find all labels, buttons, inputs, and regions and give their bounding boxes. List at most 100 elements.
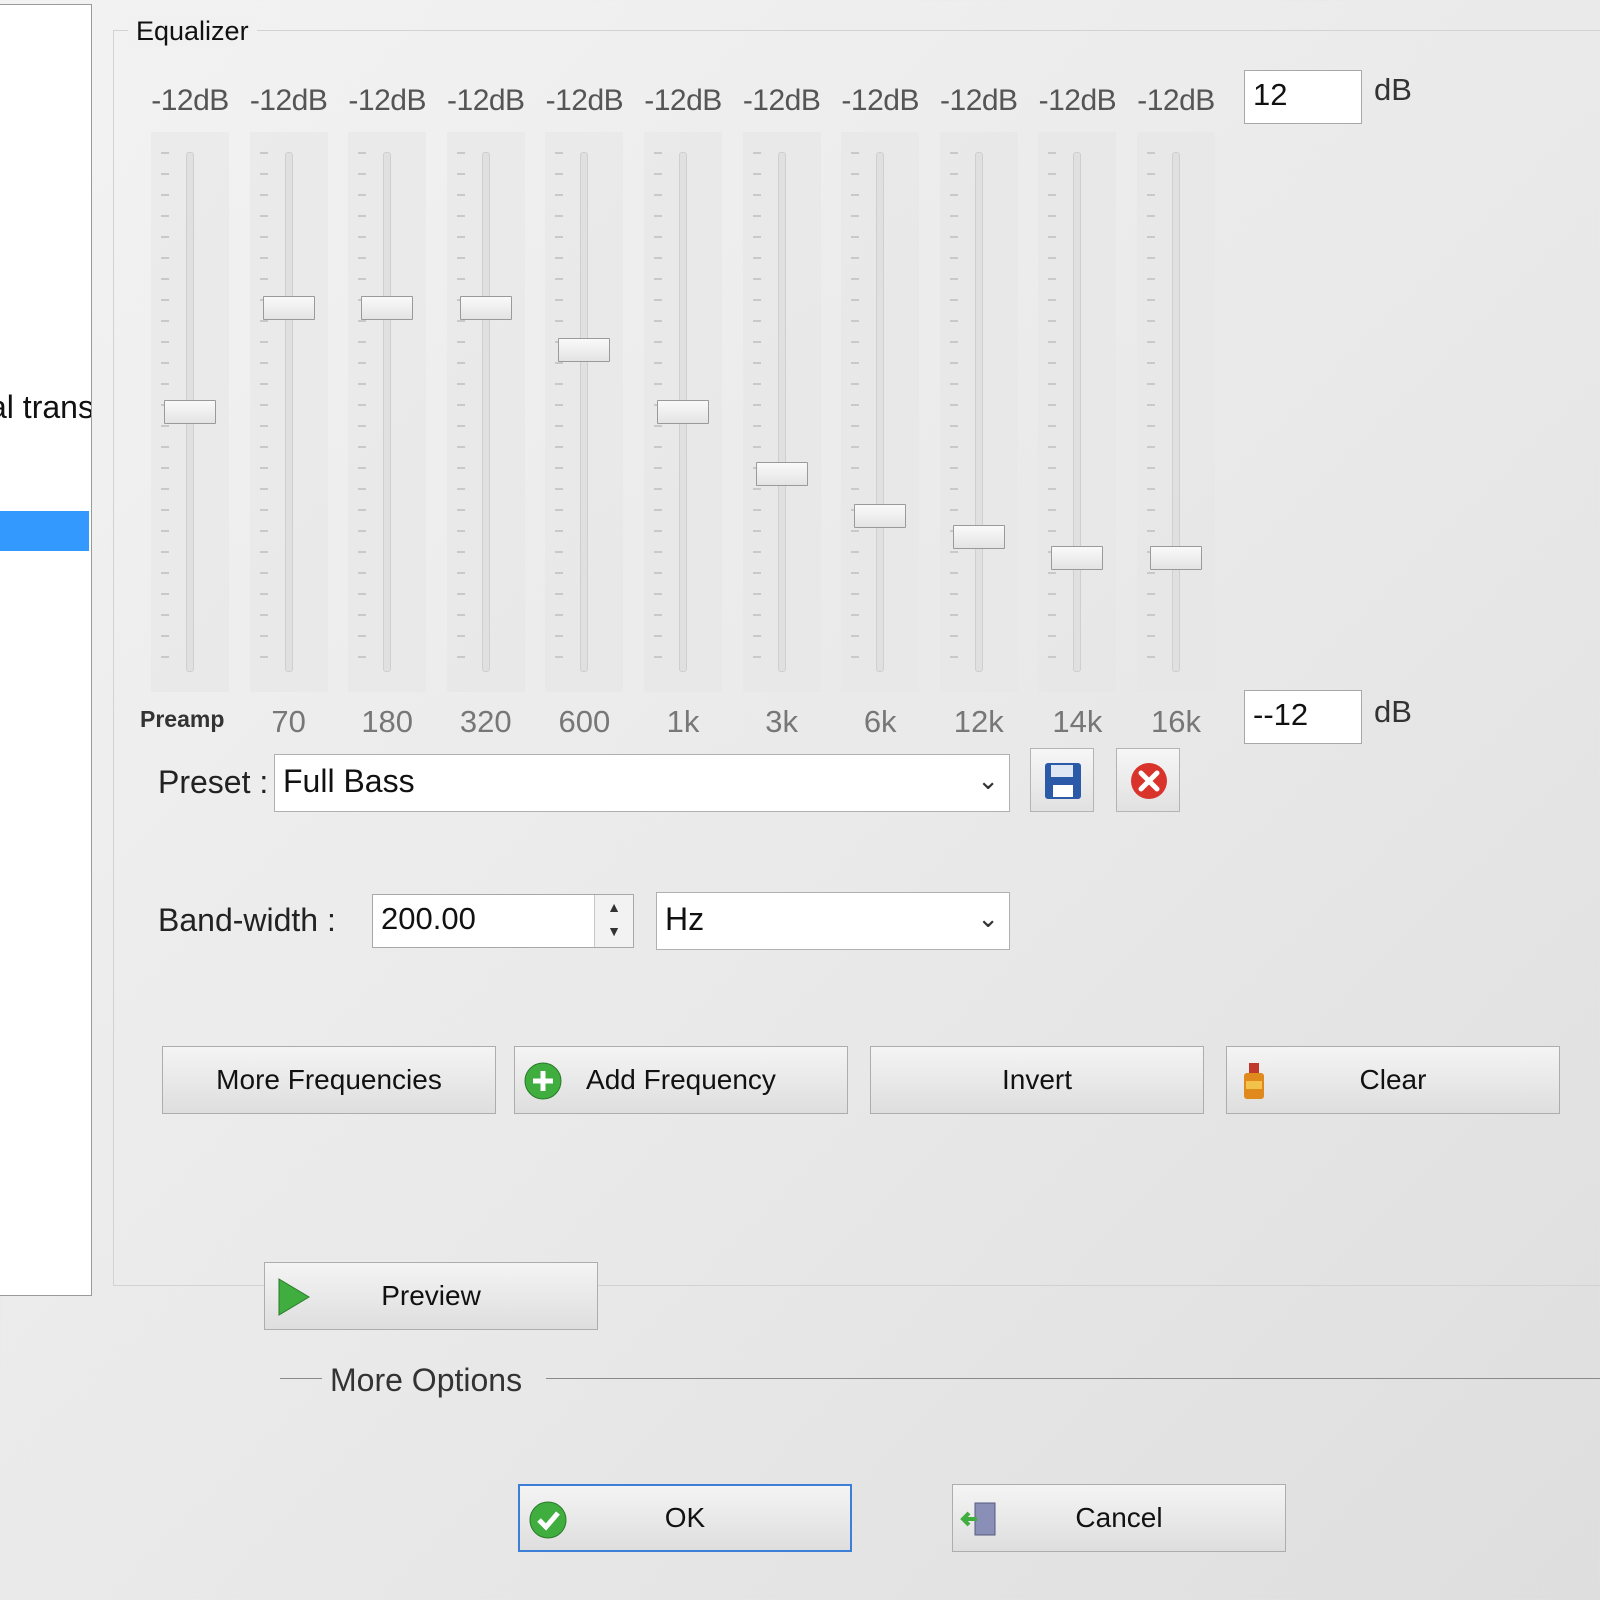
- add-frequency-button[interactable]: Add Frequency: [514, 1046, 848, 1114]
- slider-thumb[interactable]: [1150, 545, 1202, 570]
- bandwidth-unit-value: Hz: [665, 901, 705, 937]
- band-db-label: -12dB: [249, 84, 328, 117]
- band-frequency-label: 12k: [953, 704, 1004, 739]
- band-slider[interactable]: [249, 132, 328, 692]
- slider-ticks: [259, 152, 268, 672]
- band-db-label: -12dB: [545, 84, 624, 117]
- band-db-label: -12dB: [841, 84, 919, 117]
- slider-track[interactable]: [974, 152, 983, 672]
- slider-track[interactable]: [284, 152, 293, 672]
- more-frequencies-label: More Frequencies: [216, 1064, 442, 1095]
- slider-thumb[interactable]: [262, 296, 315, 320]
- clear-label: Clear: [1359, 1064, 1427, 1095]
- band-db-label: -12dB: [644, 84, 722, 117]
- slider-track[interactable]: [1172, 152, 1180, 672]
- slider-track[interactable]: [580, 152, 589, 672]
- chevron-down-icon: ⌄: [977, 765, 999, 795]
- band-frequency-label: 70: [271, 704, 306, 739]
- add-icon: [524, 1062, 562, 1100]
- max-db-input[interactable]: 12: [1244, 70, 1362, 124]
- slider-ticks: [752, 152, 761, 672]
- preview-label: Preview: [381, 1280, 481, 1311]
- slider-thumb[interactable]: [558, 337, 611, 362]
- list-item-selected[interactable]: [0, 511, 89, 551]
- band-frequency-label: 14k: [1052, 704, 1103, 739]
- slider-track[interactable]: [777, 152, 786, 672]
- band-frequency-label: 180: [361, 704, 414, 739]
- max-db-unit: dB: [1374, 72, 1412, 107]
- band-db-label: -12dB: [1038, 84, 1117, 117]
- slider-ticks: [358, 152, 367, 672]
- save-icon: [1045, 763, 1081, 799]
- slider-thumb[interactable]: [755, 462, 808, 487]
- band-frequency-label: 6k: [863, 704, 897, 739]
- more-options-label[interactable]: More Options: [330, 1362, 522, 1399]
- slider-ticks: [555, 152, 564, 672]
- list-item[interactable]: al trans: [0, 389, 91, 426]
- bandwidth-unit-select[interactable]: Hz ⌄: [656, 892, 1010, 950]
- bandwidth-value: 200.00: [381, 901, 476, 936]
- slider-track[interactable]: [876, 152, 885, 672]
- separator-left: [280, 1378, 322, 1379]
- slider-thumb[interactable]: [164, 400, 216, 424]
- cancel-label: Cancel: [1075, 1502, 1163, 1533]
- min-db-unit: dB: [1374, 694, 1412, 729]
- band-slider[interactable]: [151, 132, 229, 692]
- slider-track[interactable]: [383, 152, 392, 672]
- slider-track[interactable]: [1073, 152, 1082, 672]
- band-slider[interactable]: [1137, 132, 1215, 692]
- band-slider[interactable]: [446, 132, 525, 692]
- slider-thumb[interactable]: [459, 296, 512, 320]
- more-frequencies-button[interactable]: More Frequencies: [162, 1046, 496, 1114]
- left-list-panel[interactable]: al trans: [0, 4, 92, 1296]
- band-db-label: -12dB: [151, 84, 229, 117]
- ok-button[interactable]: OK: [518, 1484, 852, 1552]
- add-frequency-label: Add Frequency: [586, 1064, 776, 1095]
- min-db-input[interactable]: --12: [1244, 690, 1362, 744]
- band-slider[interactable]: [742, 132, 821, 692]
- band-frequency-label: 3k: [765, 704, 798, 739]
- preview-button[interactable]: Preview: [264, 1262, 598, 1330]
- cancel-button[interactable]: Cancel: [952, 1484, 1286, 1552]
- slider-ticks: [1048, 152, 1057, 672]
- slider-thumb[interactable]: [361, 296, 414, 320]
- spin-arrows-icon[interactable]: ▲ ▼: [594, 895, 633, 947]
- preset-value: Full Bass: [283, 763, 415, 799]
- preamp-label: Preamp: [140, 706, 225, 732]
- band-frequency-label: 16k: [1151, 704, 1201, 739]
- band-slider[interactable]: [545, 132, 624, 692]
- play-icon: [278, 1278, 310, 1316]
- band-slider[interactable]: [841, 132, 920, 692]
- band-slider[interactable]: [348, 132, 427, 692]
- band-db-label: -12dB: [1137, 84, 1215, 117]
- slider-ticks: [456, 152, 465, 672]
- save-preset-button[interactable]: [1030, 748, 1094, 812]
- bandwidth-label: Band-width :: [158, 902, 336, 938]
- slider-thumb[interactable]: [657, 400, 709, 424]
- exit-door-icon: [960, 1502, 996, 1536]
- band-frequency-label: 320: [459, 704, 512, 739]
- band-db-label: -12dB: [940, 84, 1018, 117]
- clear-bottle-icon: [1244, 1063, 1264, 1099]
- preset-label: Preset :: [158, 764, 269, 800]
- slider-ticks: [949, 152, 958, 672]
- ok-label: OK: [664, 1502, 706, 1533]
- check-icon: [529, 1501, 567, 1539]
- band-slider[interactable]: [1038, 132, 1117, 692]
- slider-ticks: [851, 152, 860, 672]
- bandwidth-stepper[interactable]: 200.00 ▲ ▼: [372, 894, 634, 948]
- slider-thumb[interactable]: [1051, 545, 1104, 570]
- slider-thumb[interactable]: [854, 504, 907, 528]
- invert-label: Invert: [1001, 1064, 1073, 1095]
- chevron-down-icon: ⌄: [977, 903, 999, 933]
- preset-select[interactable]: Full Bass ⌄: [274, 754, 1010, 812]
- band-slider[interactable]: [939, 132, 1018, 692]
- band-frequency-label: 600: [558, 704, 611, 739]
- slider-thumb[interactable]: [952, 524, 1005, 549]
- clear-button[interactable]: Clear: [1226, 1046, 1560, 1114]
- invert-button[interactable]: Invert: [870, 1046, 1204, 1114]
- slider-ticks: [1147, 152, 1155, 672]
- slider-track[interactable]: [481, 152, 490, 672]
- delete-preset-button[interactable]: [1116, 748, 1180, 812]
- band-slider[interactable]: [644, 132, 722, 692]
